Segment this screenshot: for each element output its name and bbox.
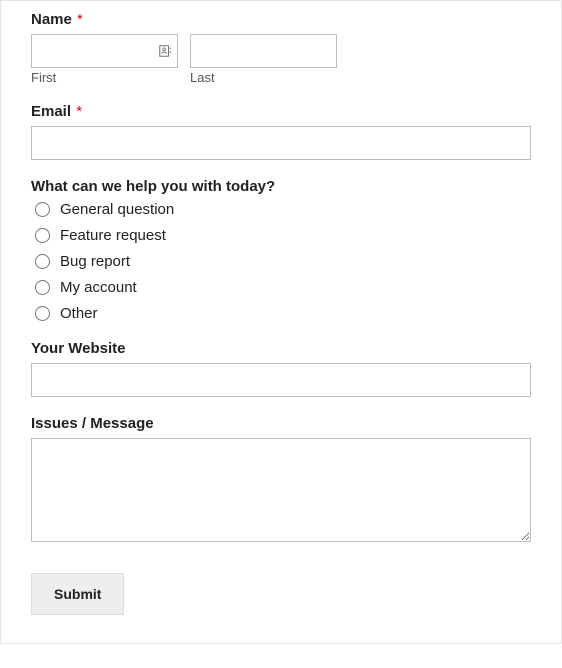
last-name-input[interactable] (190, 34, 337, 68)
email-label: Email * (31, 103, 531, 120)
name-label-text: Name (31, 11, 72, 28)
radio-my-account[interactable] (35, 280, 50, 295)
last-name-col: Last (190, 34, 337, 85)
website-input[interactable] (31, 363, 531, 397)
radio-row-bug-report: Bug report (31, 253, 531, 270)
name-field-block: Name * First Last (31, 11, 531, 85)
website-label: Your Website (31, 340, 531, 357)
name-label: Name * (31, 11, 531, 28)
name-row: First Last (31, 34, 531, 85)
radio-label-other[interactable]: Other (60, 305, 98, 322)
radio-label-my-account[interactable]: My account (60, 279, 137, 296)
support-form: Name * First Last (0, 0, 562, 644)
help-topic-label: What can we help you with today? (31, 178, 531, 195)
first-name-sublabel: First (31, 70, 178, 85)
required-marker: * (77, 11, 83, 28)
last-name-sublabel: Last (190, 70, 337, 85)
first-name-input-wrap (31, 34, 178, 68)
first-name-col: First (31, 34, 178, 85)
email-input[interactable] (31, 126, 531, 160)
message-field-block: Issues / Message (31, 415, 531, 547)
first-name-input[interactable] (31, 34, 178, 68)
message-textarea[interactable] (31, 438, 531, 542)
email-label-text: Email (31, 103, 71, 120)
radio-row-general-question: General question (31, 201, 531, 218)
radio-other[interactable] (35, 306, 50, 321)
submit-button[interactable]: Submit (31, 573, 124, 615)
message-label: Issues / Message (31, 415, 531, 432)
radio-row-feature-request: Feature request (31, 227, 531, 244)
radio-label-feature-request[interactable]: Feature request (60, 227, 166, 244)
radio-feature-request[interactable] (35, 228, 50, 243)
radio-bug-report[interactable] (35, 254, 50, 269)
radio-label-bug-report[interactable]: Bug report (60, 253, 130, 270)
radio-general-question[interactable] (35, 202, 50, 217)
email-field-block: Email * (31, 103, 531, 160)
help-topic-block: What can we help you with today? General… (31, 178, 531, 322)
website-field-block: Your Website (31, 340, 531, 397)
help-topic-radio-group: General question Feature request Bug rep… (31, 201, 531, 322)
radio-row-my-account: My account (31, 279, 531, 296)
required-marker: * (76, 103, 82, 120)
radio-label-general-question[interactable]: General question (60, 201, 174, 218)
radio-row-other: Other (31, 305, 531, 322)
